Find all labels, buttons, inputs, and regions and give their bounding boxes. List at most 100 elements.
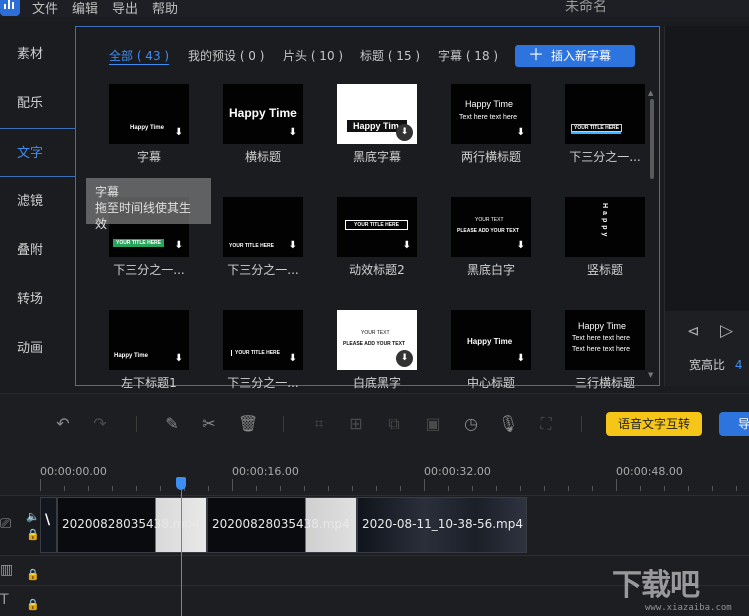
screen-record-icon[interactable]: ⛶ bbox=[536, 414, 556, 434]
template-card[interactable]: YOUR TEXT PLEASE ADD YOUR TEXT ⬇ 黑底白字 bbox=[451, 197, 531, 277]
menu-file[interactable]: 文件 bbox=[32, 0, 58, 17]
template-card[interactable]: YOUR TITLE HERE ⬇ 下三分之一... bbox=[223, 310, 303, 390]
tab-my-presets[interactable]: 我的预设 ( 0 ) bbox=[188, 47, 264, 64]
sidebar-item-transitions[interactable]: 转场 bbox=[0, 275, 75, 324]
ruler-tick bbox=[616, 479, 617, 491]
mosaic-icon[interactable]: ⧉ bbox=[384, 414, 404, 434]
lock-icon[interactable]: 🔒 bbox=[26, 568, 40, 581]
template-label: 三行横标题 bbox=[574, 376, 635, 390]
template-thumbnail: Happy Time ⬇ bbox=[109, 310, 189, 370]
sidebar-item-filters[interactable]: 滤镜 bbox=[0, 177, 75, 226]
zoom-frame-icon[interactable]: ⊞ bbox=[346, 414, 366, 434]
download-icon[interactable]: ⬇ bbox=[175, 240, 183, 251]
tab-all[interactable]: 全部 ( 43 ) bbox=[109, 47, 170, 65]
sidebar-item-overlays[interactable]: 叠附 bbox=[0, 226, 75, 275]
sidebar-item-music[interactable]: 配乐 bbox=[0, 79, 75, 128]
playhead-line[interactable] bbox=[181, 490, 182, 616]
ruler-tick bbox=[352, 486, 353, 491]
delete-icon[interactable]: 🗑 bbox=[238, 414, 258, 434]
tab-subtitles[interactable]: 字幕 ( 18 ) bbox=[438, 47, 498, 64]
ruler-tick bbox=[472, 486, 473, 491]
ruler-tick bbox=[712, 486, 713, 491]
download-icon[interactable]: ⬇ bbox=[396, 124, 413, 141]
template-card[interactable]: Happy Time Text here text here Text here… bbox=[565, 310, 645, 390]
microphone-icon[interactable]: 🎙 bbox=[498, 414, 518, 434]
template-card[interactable]: Happy 竖标题 bbox=[565, 197, 645, 277]
template-card[interactable]: Happy Tim ⬇ 黑底字幕 bbox=[337, 84, 417, 164]
timeline-clip[interactable]: 2020-08-11_10-38-56.mp4 bbox=[357, 497, 527, 553]
previous-frame-icon[interactable]: ⊲ bbox=[687, 322, 700, 340]
download-icon[interactable]: ⬇ bbox=[403, 240, 411, 251]
template-thumbnail: YOUR TITLE HERE ⬇ bbox=[223, 197, 303, 257]
panel-scrollbar[interactable]: ▲ ▼ bbox=[648, 89, 654, 379]
download-icon[interactable]: ⬇ bbox=[175, 127, 183, 138]
speech-text-convert-button[interactable]: 语音文字互转 bbox=[606, 412, 702, 436]
play-icon[interactable]: ▷ bbox=[720, 321, 733, 341]
aspect-ratio[interactable]: 宽高比 4 bbox=[689, 356, 742, 373]
insert-subtitle-button[interactable]: ＋ 插入新字幕 bbox=[515, 45, 635, 67]
time-ruler[interactable] bbox=[0, 453, 749, 493]
sidebar: 素材 配乐 文字 滤镜 叠附 转场 动画 bbox=[0, 26, 75, 386]
download-icon[interactable]: ⬇ bbox=[396, 350, 413, 367]
scroll-up-icon[interactable]: ▲ bbox=[648, 89, 653, 97]
download-icon[interactable]: ⬇ bbox=[175, 353, 183, 364]
template-thumbnail: Happy Time ⬇ bbox=[109, 84, 189, 144]
scroll-down-icon[interactable]: ▼ bbox=[648, 371, 653, 379]
tab-openers[interactable]: 片头 ( 10 ) bbox=[283, 47, 343, 64]
plus-icon: ＋ bbox=[528, 45, 545, 64]
ruler-tick bbox=[424, 479, 425, 491]
ruler-tick bbox=[256, 486, 257, 491]
download-icon[interactable]: ⬇ bbox=[517, 240, 525, 251]
template-card[interactable]: YOUR TEXT PLEASE ADD YOUR TEXT ⬇ 白底黑字 bbox=[337, 310, 417, 390]
template-label: 下三分之一... bbox=[113, 263, 185, 277]
clip-start-marker[interactable]: \ bbox=[40, 497, 57, 553]
template-card[interactable]: Happy Time ⬇ 字幕 bbox=[109, 84, 189, 164]
menu-edit[interactable]: 编辑 bbox=[72, 0, 98, 17]
duration-icon[interactable]: ◷ bbox=[461, 414, 481, 434]
pencil-icon[interactable]: ✎ bbox=[162, 414, 182, 434]
template-card[interactable]: YOUR TITLE HERE ⬇ 动效标题2 bbox=[337, 197, 417, 277]
template-card[interactable]: Happy Time ⬇ 横标题 bbox=[223, 84, 303, 164]
template-thumbnail: Happy Time Text here text here ⬇ bbox=[451, 84, 531, 144]
volume-icon[interactable]: 🔈 bbox=[26, 510, 40, 523]
timeline-clip[interactable]: 20200828035438.mp4 bbox=[207, 497, 357, 553]
freeze-frame-icon[interactable]: ▣ bbox=[423, 414, 443, 434]
download-icon[interactable]: ⬇ bbox=[289, 353, 297, 364]
download-icon[interactable]: ⬇ bbox=[517, 353, 525, 364]
template-label: 下三分之一... bbox=[227, 263, 299, 277]
template-thumbnail: YOUR TITLE HERE ⬇ bbox=[223, 310, 303, 370]
logo-icon bbox=[4, 0, 16, 9]
template-card[interactable]: Happy Time ⬇ 中心标题 bbox=[451, 310, 531, 390]
menu-help[interactable]: 帮助 bbox=[152, 0, 178, 17]
video-track-header: ⎚ 🔈 🔒 bbox=[0, 496, 40, 556]
undo-icon[interactable]: ↶ bbox=[53, 414, 73, 434]
playhead-handle[interactable] bbox=[176, 477, 186, 490]
scroll-thumb[interactable] bbox=[650, 99, 654, 179]
sidebar-item-animation[interactable]: 动画 bbox=[0, 324, 75, 373]
lock-icon[interactable]: 🔒 bbox=[26, 598, 40, 611]
watermark-logo: 下载吧 bbox=[612, 568, 700, 603]
template-label: 下三分之一... bbox=[569, 150, 641, 164]
timeline-clip[interactable]: 20200828035438.mp4 bbox=[57, 497, 207, 553]
download-icon[interactable]: ⬇ bbox=[289, 240, 297, 251]
lock-icon[interactable]: 🔒 bbox=[26, 528, 40, 541]
redo-icon[interactable]: ↷ bbox=[90, 414, 110, 434]
menu-export[interactable]: 导出 bbox=[112, 0, 138, 17]
sidebar-item-media[interactable]: 素材 bbox=[0, 30, 75, 79]
download-icon[interactable]: ⬇ bbox=[517, 127, 525, 138]
download-icon[interactable]: ⬇ bbox=[289, 127, 297, 138]
ruler-tick bbox=[400, 486, 401, 491]
template-card[interactable]: Happy Time Text here text here ⬇ 两行横标题 bbox=[451, 84, 531, 164]
scissors-icon[interactable]: ✂ bbox=[199, 414, 219, 434]
sidebar-item-text[interactable]: 文字 bbox=[0, 128, 75, 177]
menu-bar: 文件 编辑 导出 帮助 未命名 bbox=[0, 0, 749, 17]
tab-titles[interactable]: 标题 ( 15 ) bbox=[360, 47, 420, 64]
ruler-tick bbox=[544, 486, 545, 491]
crop-icon[interactable]: ⌗ bbox=[309, 414, 329, 434]
template-card[interactable]: YOUR TITLE HERE ⬇ 下三分之一... bbox=[223, 197, 303, 277]
template-card[interactable]: YOUR TITLE HERE 下三分之一... bbox=[565, 84, 645, 164]
export-button[interactable]: 导 bbox=[719, 412, 749, 436]
template-thumbnail: Happy Time ⬇ bbox=[451, 310, 531, 370]
template-card[interactable]: Happy Time ⬇ 左下标题1 bbox=[109, 310, 189, 390]
template-thumbnail: Happy Time ⬇ bbox=[223, 84, 303, 144]
